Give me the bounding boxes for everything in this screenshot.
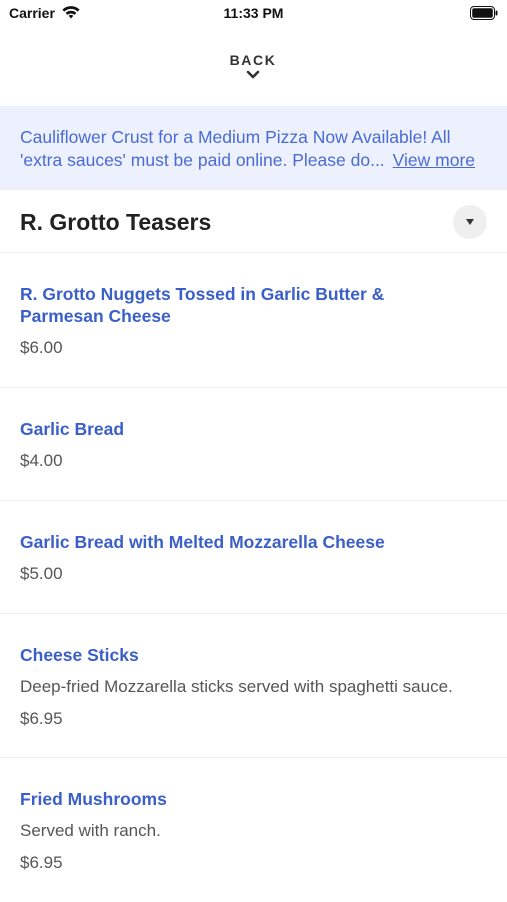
announcement-banner: Cauliflower Crust for a Medium Pizza Now… — [0, 106, 507, 190]
item-description: Deep-fried Mozzarella sticks served with… — [20, 677, 453, 696]
item-price: $4.00 — [20, 451, 63, 470]
chevron-down-icon — [246, 70, 260, 79]
item-name: Cheese Sticks — [20, 645, 139, 665]
caret-down-icon — [466, 219, 474, 225]
section-header[interactable]: R. Grotto Teasers — [0, 190, 507, 253]
announcement-text: Cauliflower Crust for a Medium Pizza Now… — [20, 126, 487, 172]
collapse-button[interactable] — [453, 205, 487, 239]
item-price: $5.00 — [20, 564, 63, 583]
item-price: $6.95 — [20, 853, 63, 872]
item-name-line-2: Parmesan Cheese — [20, 306, 171, 326]
back-button[interactable]: BACK — [203, 50, 303, 92]
item-name: Garlic Bread — [20, 419, 125, 439]
item-name: Fried Mushrooms — [20, 789, 167, 809]
menu-item[interactable]: Garlic Bread with Melted Mozzarella Chee… — [0, 501, 507, 614]
status-bar: Carrier 11:33 PM — [0, 0, 507, 28]
menu-item[interactable]: Garlic Bread $4.00 — [0, 388, 507, 501]
item-price: $6.00 — [20, 338, 63, 357]
battery-icon — [470, 6, 498, 20]
status-time: 11:33 PM — [223, 5, 284, 21]
section-title: R. Grotto Teasers — [20, 209, 212, 235]
menu-item[interactable]: R. Grotto Nuggets Tossed in Garlic Butte… — [0, 253, 507, 388]
item-description: Served with ranch. — [20, 821, 161, 840]
item-name-line-1: R. Grotto Nuggets Tossed in Garlic Butte… — [20, 284, 385, 304]
back-label: BACK — [229, 52, 277, 68]
menu-item[interactable]: Cheese Sticks Deep-fried Mozzarella stic… — [0, 614, 507, 758]
menu-list: R. Grotto Nuggets Tossed in Garlic Butte… — [0, 253, 507, 902]
announcement-line-2: 'extra sauces' must be paid online. Plea… — [20, 149, 487, 172]
announcement-line-2-text: 'extra sauces' must be paid online. Plea… — [20, 150, 385, 170]
menu-item[interactable]: Fried Mushrooms Served with ranch. $6.95 — [0, 758, 507, 902]
announcement-line-1: Cauliflower Crust for a Medium Pizza Now… — [20, 127, 451, 147]
view-more-link[interactable]: View more — [393, 150, 475, 170]
item-name: R. Grotto Nuggets Tossed in Garlic Butte… — [20, 283, 487, 327]
item-price: $6.95 — [20, 709, 63, 728]
item-name: Garlic Bread with Melted Mozzarella Chee… — [20, 532, 385, 552]
